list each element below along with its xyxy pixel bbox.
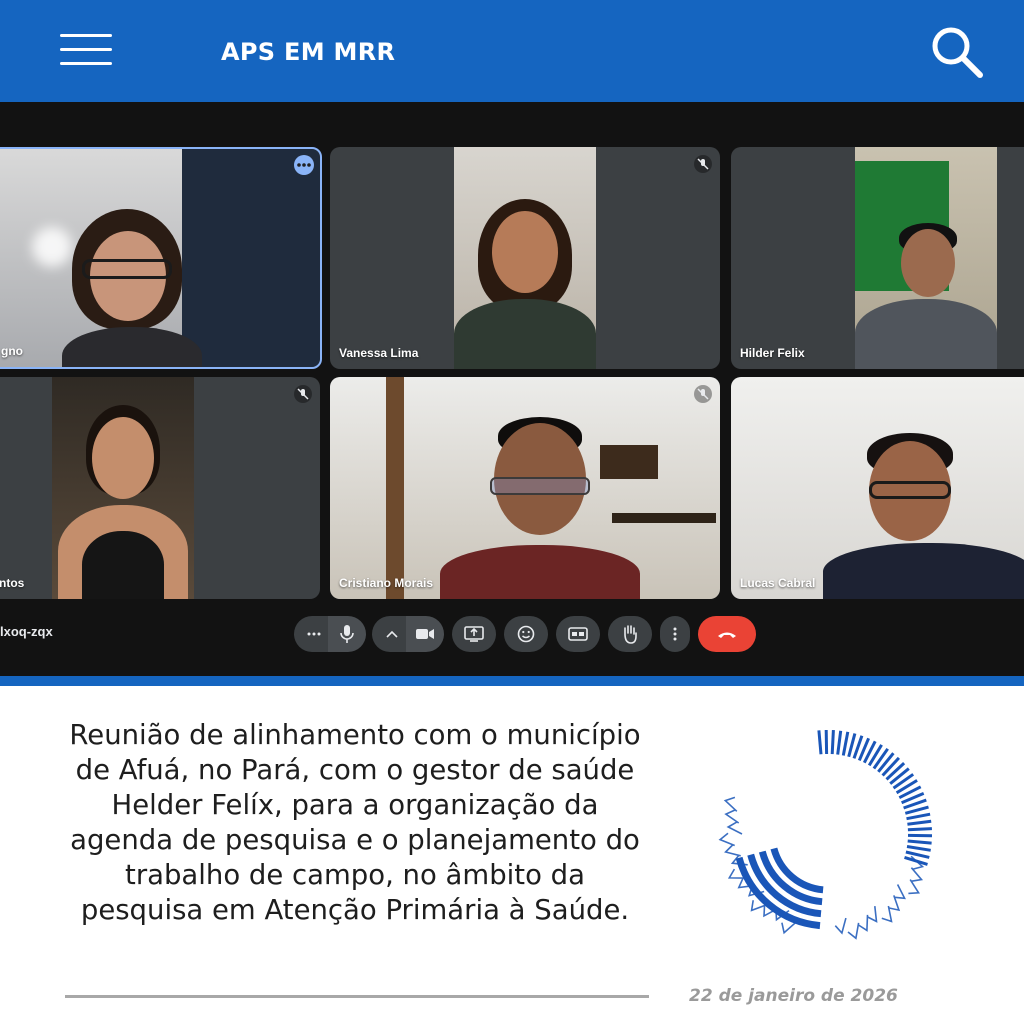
meeting-code: lxoq-zqx [0, 624, 53, 639]
participant-tile: Vanessa Lima [330, 147, 720, 369]
participant-tile: Cristiano Morais [330, 377, 720, 599]
captions-icon[interactable] [556, 616, 600, 652]
participant-tile: Hilder Felix [731, 147, 1024, 369]
divider-strip [0, 676, 1024, 686]
participant-video [52, 405, 194, 599]
microphone-icon[interactable] [328, 616, 366, 652]
participant-video [62, 209, 202, 367]
meeting-toolbar: lxoq-zqx [0, 610, 1024, 656]
present-screen-icon[interactable] [452, 616, 496, 652]
search-icon[interactable] [928, 24, 986, 80]
raise-hand-icon[interactable] [608, 616, 652, 652]
end-call-icon[interactable] [698, 616, 756, 652]
participant-name: Vanessa Lima [339, 346, 419, 360]
post-caption: Reunião de alinhamento com o município d… [69, 719, 641, 926]
participant-video [823, 433, 1024, 599]
microphone-off-icon [694, 155, 712, 173]
circular-logo [718, 724, 938, 944]
participant-video [454, 195, 596, 369]
top-app-bar: APS EM MRR [0, 0, 1024, 102]
participant-name: Cristiano Morais [339, 576, 434, 590]
app-title: APS EM MRR [221, 38, 396, 66]
participant-video [855, 223, 997, 369]
microphone-off-icon [694, 385, 712, 403]
post-page: APS EM MRR gno Vanessa Lima Hilder Felix… [0, 0, 1024, 1024]
emoji-icon[interactable] [504, 616, 548, 652]
participant-name: ntos [0, 576, 25, 590]
hamburger-menu-icon[interactable] [60, 32, 112, 68]
participant-name: gno [1, 344, 23, 358]
participant-tile: ntos [0, 377, 320, 599]
participant-tile: Lucas Cabral [731, 377, 1024, 599]
video-call-screenshot: gno Vanessa Lima Hilder Felix ntos Crist… [0, 102, 1024, 686]
camera-icon[interactable] [406, 616, 444, 652]
participant-name: Lucas Cabral [740, 576, 816, 590]
microphone-off-icon [294, 385, 312, 403]
more-vert-icon[interactable] [660, 616, 690, 652]
more-options-icon[interactable] [294, 155, 314, 175]
post-date: 22 de janeiro de 2026 [689, 986, 898, 1006]
footer-divider [65, 995, 649, 998]
participant-tile: gno [0, 147, 322, 369]
participant-video [440, 417, 640, 599]
participant-name: Hilder Felix [740, 346, 805, 360]
